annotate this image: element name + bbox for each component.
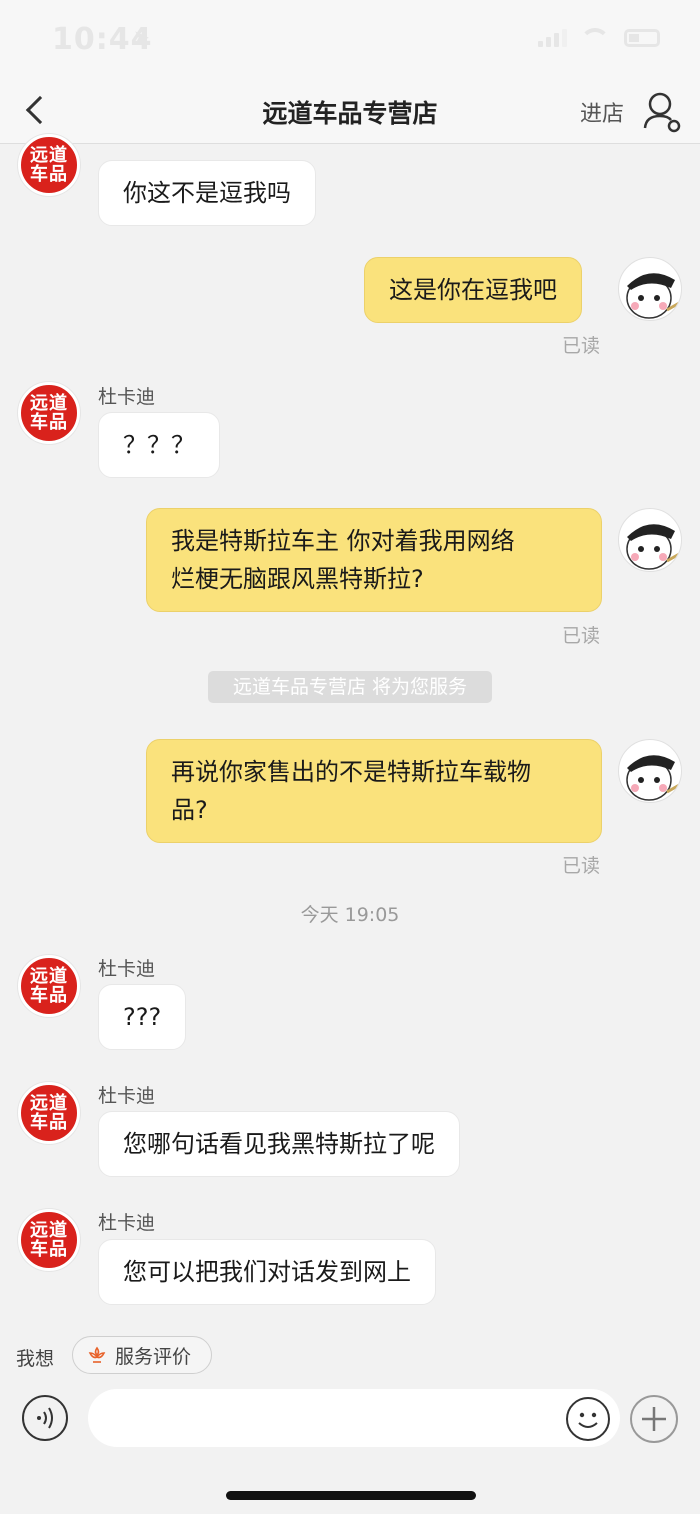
message-text: 我是特斯拉车主 你对着我用网络 bbox=[171, 527, 515, 555]
message-text: ？？？ bbox=[123, 431, 195, 459]
service-rating-label: 服务评价 bbox=[115, 1345, 192, 1368]
voice-button[interactable] bbox=[22, 1395, 68, 1441]
sender-name: 杜卡迪 bbox=[98, 958, 156, 980]
message-input[interactable] bbox=[88, 1389, 620, 1447]
home-indicator[interactable] bbox=[226, 1491, 476, 1500]
shop-avatar[interactable]: 远道 车品 bbox=[18, 1082, 80, 1144]
quick-label: 我想 bbox=[16, 1348, 55, 1370]
message-bubble-self: 我是特斯拉车主 你对着我用网络 烂梗无脑跟风黑特斯拉? bbox=[146, 508, 602, 612]
user-avatar[interactable] bbox=[618, 257, 682, 321]
shop-avatar[interactable]: 远道 车品 bbox=[18, 382, 80, 444]
user-avatar[interactable] bbox=[618, 739, 682, 803]
message-bubble: ？？？ bbox=[98, 412, 220, 478]
user-avatar[interactable] bbox=[618, 508, 682, 572]
rating-flower-icon bbox=[88, 1346, 106, 1363]
message-bubble: ??? bbox=[98, 984, 187, 1050]
message-text: 烂梗无脑跟风黑特斯拉? bbox=[171, 565, 424, 593]
shop-avatar[interactable]: 远道 车品 bbox=[18, 955, 80, 1017]
system-note: 远道车品专营店 将为您服务 bbox=[208, 671, 492, 703]
message-text: 您哪句话看见我黑特斯拉了呢 bbox=[123, 1130, 435, 1158]
message-text: 这是你在逗我吧 bbox=[389, 276, 557, 304]
message-bubble: 您哪句话看见我黑特斯拉了呢 bbox=[98, 1111, 460, 1177]
nav-bar: 远道车品专营店 进店 bbox=[0, 80, 700, 144]
sender-name: 杜卡迪 bbox=[98, 386, 156, 408]
plus-icon bbox=[642, 1407, 666, 1431]
sender-name: 杜卡迪 bbox=[98, 1085, 156, 1107]
quick-action-bar: 我想 服务评价 bbox=[0, 1330, 700, 1380]
emoji-button[interactable] bbox=[566, 1397, 610, 1441]
read-receipt: 已读 bbox=[562, 625, 601, 647]
cellular-signal-icon bbox=[538, 29, 567, 47]
message-text: 你这不是逗我吗 bbox=[123, 179, 291, 207]
message-bubble: 您可以把我们对话发到网上 bbox=[98, 1239, 436, 1305]
read-receipt: 已读 bbox=[562, 855, 601, 877]
message-bubble-self: 这是你在逗我吧 bbox=[364, 257, 582, 323]
battery-icon bbox=[624, 29, 660, 47]
service-rating-button[interactable]: 服务评价 bbox=[72, 1336, 212, 1374]
message-text: 品? bbox=[171, 796, 208, 824]
plus-button[interactable] bbox=[630, 1395, 678, 1443]
message-bubble-self: 再说你家售出的不是特斯拉车载物 品? bbox=[146, 739, 602, 843]
input-bar bbox=[0, 1385, 700, 1455]
enter-store-button[interactable]: 进店 bbox=[580, 96, 624, 128]
message-text: 再说你家售出的不是特斯拉车载物 bbox=[171, 758, 531, 786]
message-text: ??? bbox=[123, 1003, 162, 1031]
shop-avatar[interactable]: 远道 车品 bbox=[18, 1209, 80, 1271]
status-bar: 10:44 ➤ bbox=[0, 0, 700, 80]
message-bubble: 你这不是逗我吗 bbox=[98, 160, 316, 226]
timestamp: 今天 19:05 bbox=[300, 904, 400, 926]
emoji-smile-icon bbox=[578, 1412, 598, 1428]
voice-icon bbox=[37, 1407, 53, 1429]
wifi-icon bbox=[580, 28, 610, 48]
shop-avatar[interactable]: 远道 车品 bbox=[18, 134, 80, 196]
location-arrow-icon: ➤ bbox=[133, 25, 150, 49]
sender-name: 杜卡迪 bbox=[98, 1212, 156, 1234]
message-text: 您可以把我们对话发到网上 bbox=[123, 1258, 411, 1286]
status-icons bbox=[538, 28, 660, 48]
read-receipt: 已读 bbox=[562, 335, 601, 357]
user-settings-icon[interactable] bbox=[642, 90, 682, 134]
